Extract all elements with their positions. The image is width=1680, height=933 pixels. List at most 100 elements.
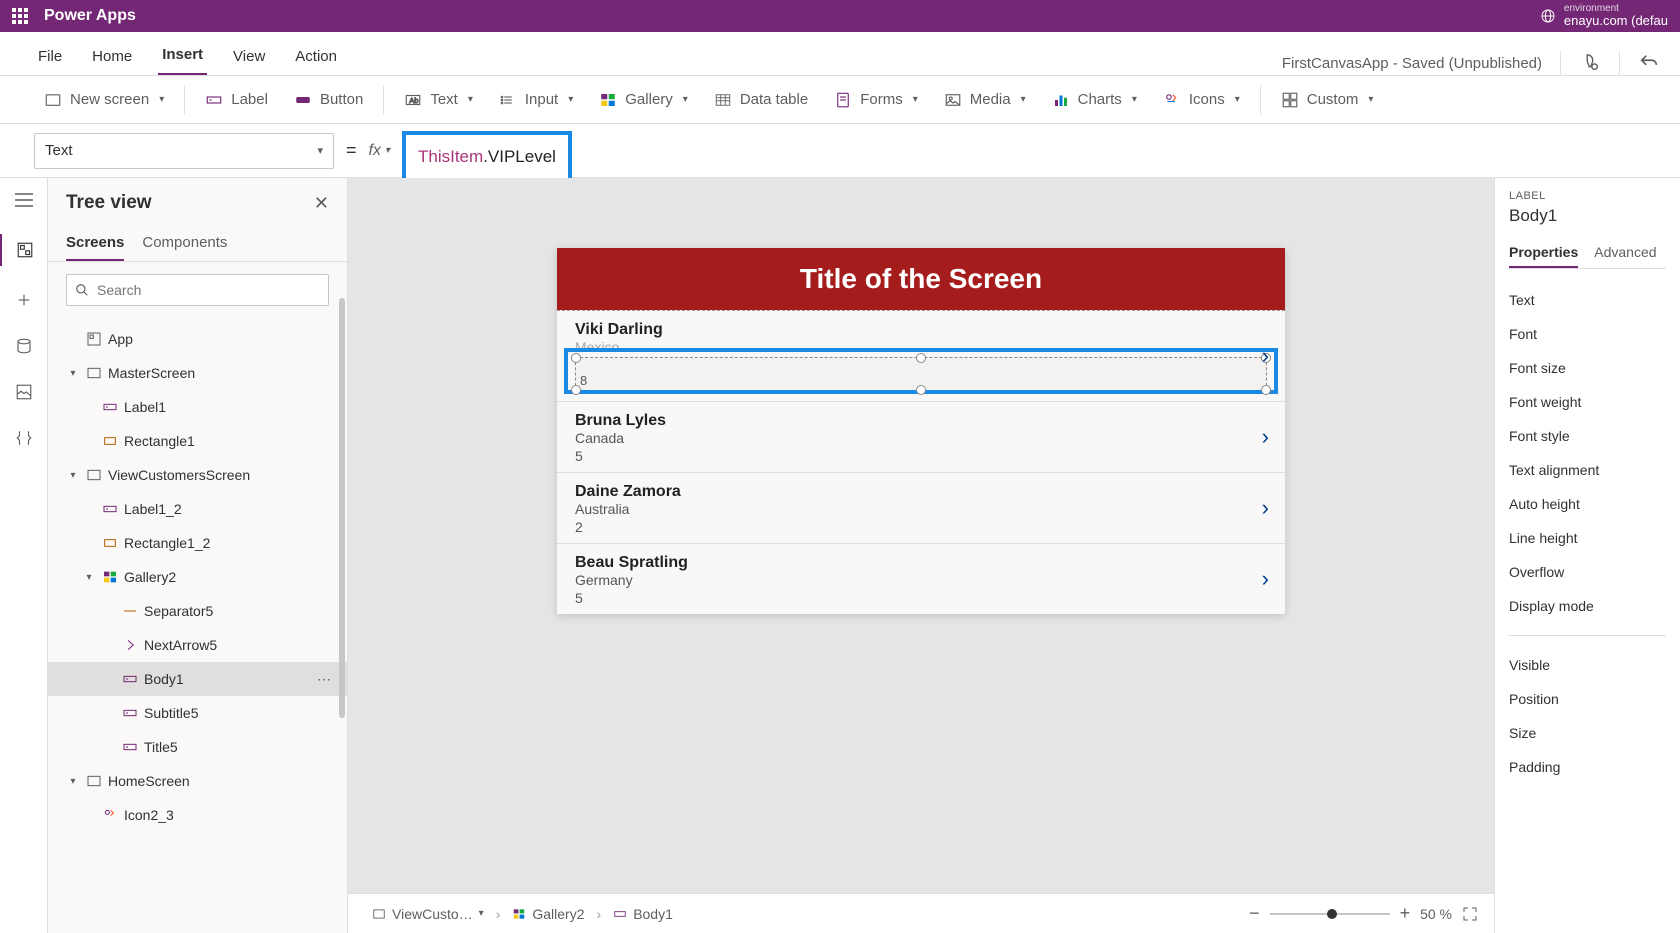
environment-label: environment — [1564, 3, 1668, 14]
fit-to-window-icon[interactable] — [1462, 906, 1478, 922]
property-row[interactable]: Line height — [1509, 521, 1666, 555]
property-row[interactable]: Position — [1509, 682, 1666, 716]
menu-file[interactable]: File — [34, 38, 66, 75]
zoom-out-button[interactable]: − — [1249, 903, 1260, 924]
next-arrow-icon[interactable]: › — [1262, 566, 1269, 592]
forms-button[interactable]: Forms ▾ — [824, 85, 928, 115]
tree-node[interactable]: ▾Gallery2 — [48, 560, 347, 594]
tree-node[interactable]: Rectangle1_2 — [48, 526, 347, 560]
label-button[interactable]: Label — [195, 85, 278, 115]
tree-list: App▾MasterScreenLabel1Rectangle1▾ViewCus… — [48, 318, 347, 933]
charts-button[interactable]: Charts ▾ — [1042, 85, 1147, 115]
tree-search-input[interactable] — [97, 282, 320, 298]
icons-button[interactable]: Icons ▾ — [1153, 85, 1250, 115]
resize-handle[interactable] — [1261, 385, 1271, 395]
custom-button[interactable]: Custom ▾ — [1271, 85, 1384, 115]
tree-node[interactable]: ▾MasterScreen — [48, 356, 347, 390]
resize-handle[interactable] — [916, 385, 926, 395]
app-frame[interactable]: Title of the Screen Viki DarlingMexico8›… — [557, 248, 1285, 614]
insert-icon[interactable] — [12, 288, 36, 312]
button-button[interactable]: Button — [284, 85, 373, 115]
environment-icon — [1540, 8, 1556, 24]
data-table-button[interactable]: Data table — [704, 85, 818, 115]
input-button[interactable]: Input ▾ — [489, 85, 583, 115]
breadcrumb-gallery[interactable]: Gallery2 — [504, 902, 592, 926]
next-arrow-icon[interactable]: › — [1262, 495, 1269, 521]
tree-search-box[interactable] — [66, 274, 329, 306]
fx-label[interactable]: fx ▾ — [369, 142, 390, 160]
chevron-down-icon: ▾ — [683, 94, 688, 105]
undo-icon[interactable] — [1638, 52, 1660, 74]
gallery-item[interactable]: Bruna LylesCanada5› — [557, 401, 1285, 472]
hamburger-icon[interactable] — [12, 188, 36, 212]
zoom-slider[interactable] — [1270, 913, 1390, 915]
new-screen-button[interactable]: New screen ▾ — [34, 85, 174, 115]
gallery-item[interactable]: Daine ZamoraAustralia2› — [557, 472, 1285, 543]
tree-node[interactable]: ▾HomeScreen — [48, 764, 347, 798]
tree-tab-screens[interactable]: Screens — [66, 226, 124, 261]
close-icon[interactable]: ✕ — [314, 193, 329, 214]
gallery[interactable]: Viki DarlingMexico8›Bruna LylesCanada5›D… — [557, 310, 1285, 614]
next-arrow-icon[interactable]: › — [1262, 424, 1269, 450]
tree-node[interactable]: App — [48, 322, 347, 356]
waffle-icon[interactable] — [12, 8, 28, 24]
charts-label: Charts — [1078, 91, 1122, 108]
app-checker-icon[interactable] — [1579, 52, 1601, 74]
media-rail-icon[interactable] — [12, 380, 36, 404]
menu-home[interactable]: Home — [88, 38, 136, 75]
tree-node[interactable]: Separator5 — [48, 594, 347, 628]
next-arrow-icon[interactable]: › — [1262, 343, 1269, 369]
property-row[interactable]: Font — [1509, 317, 1666, 351]
label-icon — [122, 705, 138, 721]
formula-input-highlight[interactable]: ThisItem.VIPLevel — [402, 131, 572, 183]
gallery-item[interactable]: Viki DarlingMexico8› — [557, 310, 1285, 401]
tree-node[interactable]: Rectangle1 — [48, 424, 347, 458]
property-row[interactable]: Text alignment — [1509, 453, 1666, 487]
tree-node[interactable]: NextArrow5 — [48, 628, 347, 662]
property-row[interactable]: Font weight — [1509, 385, 1666, 419]
tree-node[interactable]: Title5 — [48, 730, 347, 764]
property-row[interactable]: Font size — [1509, 351, 1666, 385]
item-country: Australia — [575, 501, 1267, 517]
media-label: Media — [970, 91, 1011, 108]
gallery-item[interactable]: Beau SpratlingGermany5› — [557, 543, 1285, 614]
zoom-in-button[interactable]: + — [1400, 903, 1411, 924]
text-button[interactable]: Ab Text ▾ — [394, 85, 483, 115]
property-row[interactable]: Visible — [1509, 648, 1666, 682]
property-selector[interactable]: Text ▾ — [34, 133, 334, 169]
data-icon[interactable] — [12, 334, 36, 358]
advanced-tools-icon[interactable] — [12, 426, 36, 450]
resize-handle[interactable] — [571, 353, 581, 363]
breadcrumb-body[interactable]: Body1 — [605, 902, 681, 926]
chevron-down-icon: ▾ — [159, 94, 164, 105]
tree-view-icon[interactable] — [13, 238, 37, 262]
media-button[interactable]: Media ▾ — [934, 85, 1036, 115]
menu-view[interactable]: View — [229, 38, 269, 75]
property-row[interactable]: Font style — [1509, 419, 1666, 453]
props-tab-advanced[interactable]: Advanced — [1594, 238, 1656, 268]
property-row[interactable]: Display mode — [1509, 589, 1666, 623]
more-icon[interactable]: ⋯ — [311, 671, 337, 688]
menu-action[interactable]: Action — [291, 38, 341, 75]
tree-node[interactable]: Subtitle5 — [48, 696, 347, 730]
resize-handle[interactable] — [916, 353, 926, 363]
environment-text[interactable]: environment enayu.com (defau — [1564, 3, 1668, 28]
property-row[interactable]: Size — [1509, 716, 1666, 750]
tree-node[interactable]: Label1 — [48, 390, 347, 424]
tree-node[interactable]: Body1⋯ — [48, 662, 347, 696]
selected-body-control[interactable]: 8 — [575, 357, 1267, 391]
breadcrumb-screen[interactable]: ViewCusto… ▾ — [364, 902, 492, 926]
property-row[interactable]: Padding — [1509, 750, 1666, 784]
tree-tab-components[interactable]: Components — [142, 226, 227, 261]
scrollbar-thumb[interactable] — [339, 298, 345, 718]
tree-node[interactable]: Label1_2 — [48, 492, 347, 526]
gallery-button[interactable]: Gallery ▾ — [589, 85, 698, 115]
tree-node[interactable]: ▾ViewCustomersScreen — [48, 458, 347, 492]
tree-node[interactable]: Icon2_3 — [48, 798, 347, 832]
property-row[interactable]: Text — [1509, 283, 1666, 317]
property-row[interactable]: Auto height — [1509, 487, 1666, 521]
menu-insert[interactable]: Insert — [158, 36, 207, 75]
props-tab-properties[interactable]: Properties — [1509, 238, 1578, 268]
property-row[interactable]: Overflow — [1509, 555, 1666, 589]
label-icon — [102, 501, 118, 517]
